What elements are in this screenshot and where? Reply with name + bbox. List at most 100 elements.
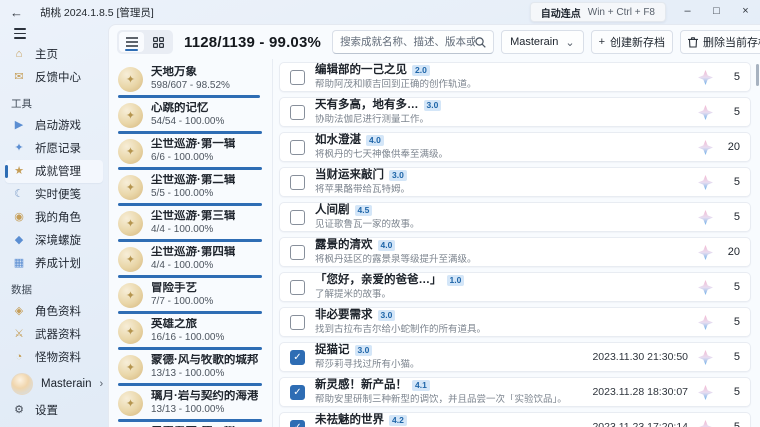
achievement-row[interactable]: ✓ 捉猫记 3.0 帮莎莉寻找过所有小猫。 2023.11.30 21:30:50… [279,342,751,372]
achievement-description: 协助法伽尼进行测量工作。 [315,114,430,125]
list-icon [125,37,138,47]
version-badge: 4.5 [354,205,373,216]
category-icon: ✦ [118,138,143,164]
achievement-title: 未祛魅的世界 [315,414,384,426]
close-button[interactable]: × [731,0,760,22]
autoclick-shortcut: Win + Ctrl + F8 [587,6,655,18]
achievement-checkbox[interactable]: ✓ [290,314,305,330]
achievement-checkbox[interactable]: ✓ [290,139,305,155]
nav-toggle-button[interactable] [7,28,35,39]
gear-icon: ⚙ [14,404,24,416]
category-icon: ✦ [118,354,143,380]
create-archive-button[interactable]: + 创建新存档 [590,30,674,54]
achievement-checkbox[interactable]: ✓ [290,244,305,260]
user-card[interactable]: Masterain › [5,369,103,399]
category-item[interactable]: ✦ 冒险手艺 7/7 - 100.00% [116,278,270,314]
category-item[interactable]: ✦ 心跳的记忆 54/54 - 100.00% [116,98,270,134]
chevron-down-icon: ⌄ [565,36,575,49]
achievement-checkbox[interactable]: ✓ [290,174,305,190]
version-badge: 2.0 [412,65,430,76]
autoclick-button[interactable]: 自动连点 Win + Ctrl + F8 [529,2,666,22]
archive-dropdown[interactable]: Masterain ⌄ [501,30,584,54]
achievement-row[interactable]: ✓ 新灵感！新产品！ 4.1 帮助安里研制三种新型的调饮，并且品尝一次「实验饮品」… [279,377,751,407]
achievement-title: 编辑部的一己之见 [315,64,407,76]
titlebar: ← 胡桃 2024.1.8.5 [管理员] 自动连点 Win + Ctrl + … [0,0,760,24]
version-badge: 3.0 [354,345,373,356]
achievement-row[interactable]: ✓ 当财运来敲门 3.0 将苹果酪带给瓦特姆。 5 [279,167,751,197]
achievement-row[interactable]: ✓ 未祛魅的世界4.2 三次出让娜维娅随身结晶石给「浮船」商贩人。 2023.1… [279,412,751,427]
achievement-row[interactable]: ✓ 如水澄湛 4.0 将枫丹的七天神像供奉至满级。 20 [279,132,751,162]
sidebar-item-weapon-wiki[interactable]: ⚔ 武器资料 [5,323,103,346]
sidebar-item-home[interactable]: ⌂ 主页 [5,43,103,66]
category-item[interactable]: ✦ 尘世巡游·第三辑 4/4 - 100.00% [116,206,270,242]
achievement-row[interactable]: ✓ 露景的清欢 4.0 将枫丹廷区的露景泉等级提升至满级。 20 [279,237,751,267]
primogem-icon [698,174,713,190]
sidebar-item-character-wiki[interactable]: ◈ 角色资料 [5,300,103,323]
sidebar-item-achievements[interactable]: ★ 成就管理 [5,159,103,183]
version-badge: 4.0 [377,240,396,251]
list-view-button[interactable] [119,32,144,52]
app-title: 胡桃 2024.1.8.5 [管理员] [40,6,154,19]
launch-game-icon: ▶ [14,119,24,131]
category-item[interactable]: ✦ 天地万象 598/607 - 98.52% [116,62,270,98]
minimize-button[interactable]: – [673,0,702,22]
view-toggle [117,30,173,54]
category-item[interactable]: ✦ 尘世巡游·第二辑 5/5 - 100.00% [116,170,270,206]
sidebar-item-feedback[interactable]: ✉ 反馈中心 [5,66,103,89]
category-icon: ✦ [118,66,143,92]
reward-count: 5 [733,281,740,293]
sidebar-item-realtime-notes[interactable]: ☾ 实时便笺 [5,183,103,206]
achievement-row[interactable]: ✓ 「您好，亲爱的爸爸…」 1.0 了解提米的故事。 5 [279,272,751,302]
main-panel: 1128/1139 - 99.03% Masterain ⌄ + 创建新存档 删… [108,24,760,427]
sidebar-item-settings[interactable]: ⚙ 设置 [5,399,103,422]
achievement-row[interactable]: ✓ 非必要需求 3.0 找到古拉布吉尔给小蛇制作的所有道具。 5 [279,307,751,337]
achievement-checkbox[interactable]: ✓ [290,279,305,295]
reward-count: 5 [733,351,740,363]
achievement-checkbox[interactable]: ✓ [290,419,305,427]
grid-view-button[interactable] [146,32,171,52]
category-progress: 13/13 - 100.00% [151,368,225,379]
category-name: 天地万象 [151,66,197,78]
category-item[interactable]: ✦ 蒙德·风与牧歌的城邦 13/13 - 100.00% [116,350,270,386]
completion-timestamp: 2023.11.23 17:20:14 [592,421,688,427]
achievement-row[interactable]: ✓ 人间剧 4.5 见证歌鲁瓦一家的故事。 5 [279,202,751,232]
version-badge: 1.0 [446,275,465,286]
reward-count: 5 [733,71,740,83]
achievement-checkbox[interactable]: ✓ [290,349,305,365]
primogem-icon [698,279,713,295]
primogem-icon [698,104,713,120]
primogem-icon [698,209,713,225]
achievement-title: 非必要需求 [315,309,373,321]
sidebar-item-my-characters[interactable]: ◉ 我的角色 [5,206,103,229]
monster-wiki-icon: ◔ [15,351,23,363]
version-badge: 4.0 [366,135,384,146]
search-input[interactable] [340,36,476,48]
sidebar-item-launch-game[interactable]: ▶ 启动游戏 [5,114,103,137]
sidebar-item-spiral-abyss[interactable]: ◆ 深境螺旋 [5,229,103,252]
version-badge: 3.0 [423,100,442,111]
scrollbar-thumb[interactable] [756,64,759,86]
category-icon: ✦ [118,102,143,128]
category-item[interactable]: ✦ 元素专家·第一辑 21/21 - 100.00% [116,422,270,427]
category-item[interactable]: ✦ 英雄之旅 16/16 - 100.00% [116,314,270,350]
weapon-wiki-icon: ⚔ [14,328,24,340]
maximize-button[interactable]: □ [702,0,731,22]
achievement-row[interactable]: ✓ 天有多高，地有多… 3.0 协助法伽尼进行测量工作。 5 [279,97,751,127]
achievement-checkbox[interactable]: ✓ [290,384,305,400]
achievement-row[interactable]: ✓ 编辑部的一己之见 2.0 帮助阿茂和顺吉回到正确的创作轨道。 5 [279,62,751,92]
back-button[interactable]: ← [10,5,28,20]
achievement-checkbox[interactable]: ✓ [290,69,305,85]
achievement-description: 将枫丹的七天神像供奉至满级。 [315,149,449,160]
sidebar-item-wish-history[interactable]: ✦ 祈愿记录 [5,137,103,160]
toolbar: 1128/1139 - 99.03% Masterain ⌄ + 创建新存档 删… [109,25,760,59]
category-progress: 13/13 - 100.00% [151,404,225,415]
category-item[interactable]: ✦ 璃月·岩与契约的海港 13/13 - 100.00% [116,386,270,422]
achievement-checkbox[interactable]: ✓ [290,209,305,225]
category-item[interactable]: ✦ 尘世巡游·第一辑 6/6 - 100.00% [116,134,270,170]
sidebar-item-monster-wiki[interactable]: ◔ 怪物资料 [5,346,103,369]
category-progress: 4/4 - 100.00% [151,260,214,271]
category-item[interactable]: ✦ 尘世巡游·第四辑 4/4 - 100.00% [116,242,270,278]
sidebar-item-cultivation-plan[interactable]: ▦ 养成计划 [5,252,103,275]
achievement-checkbox[interactable]: ✓ [290,104,305,120]
delete-archive-button[interactable]: 删除当前存档 [680,30,760,54]
